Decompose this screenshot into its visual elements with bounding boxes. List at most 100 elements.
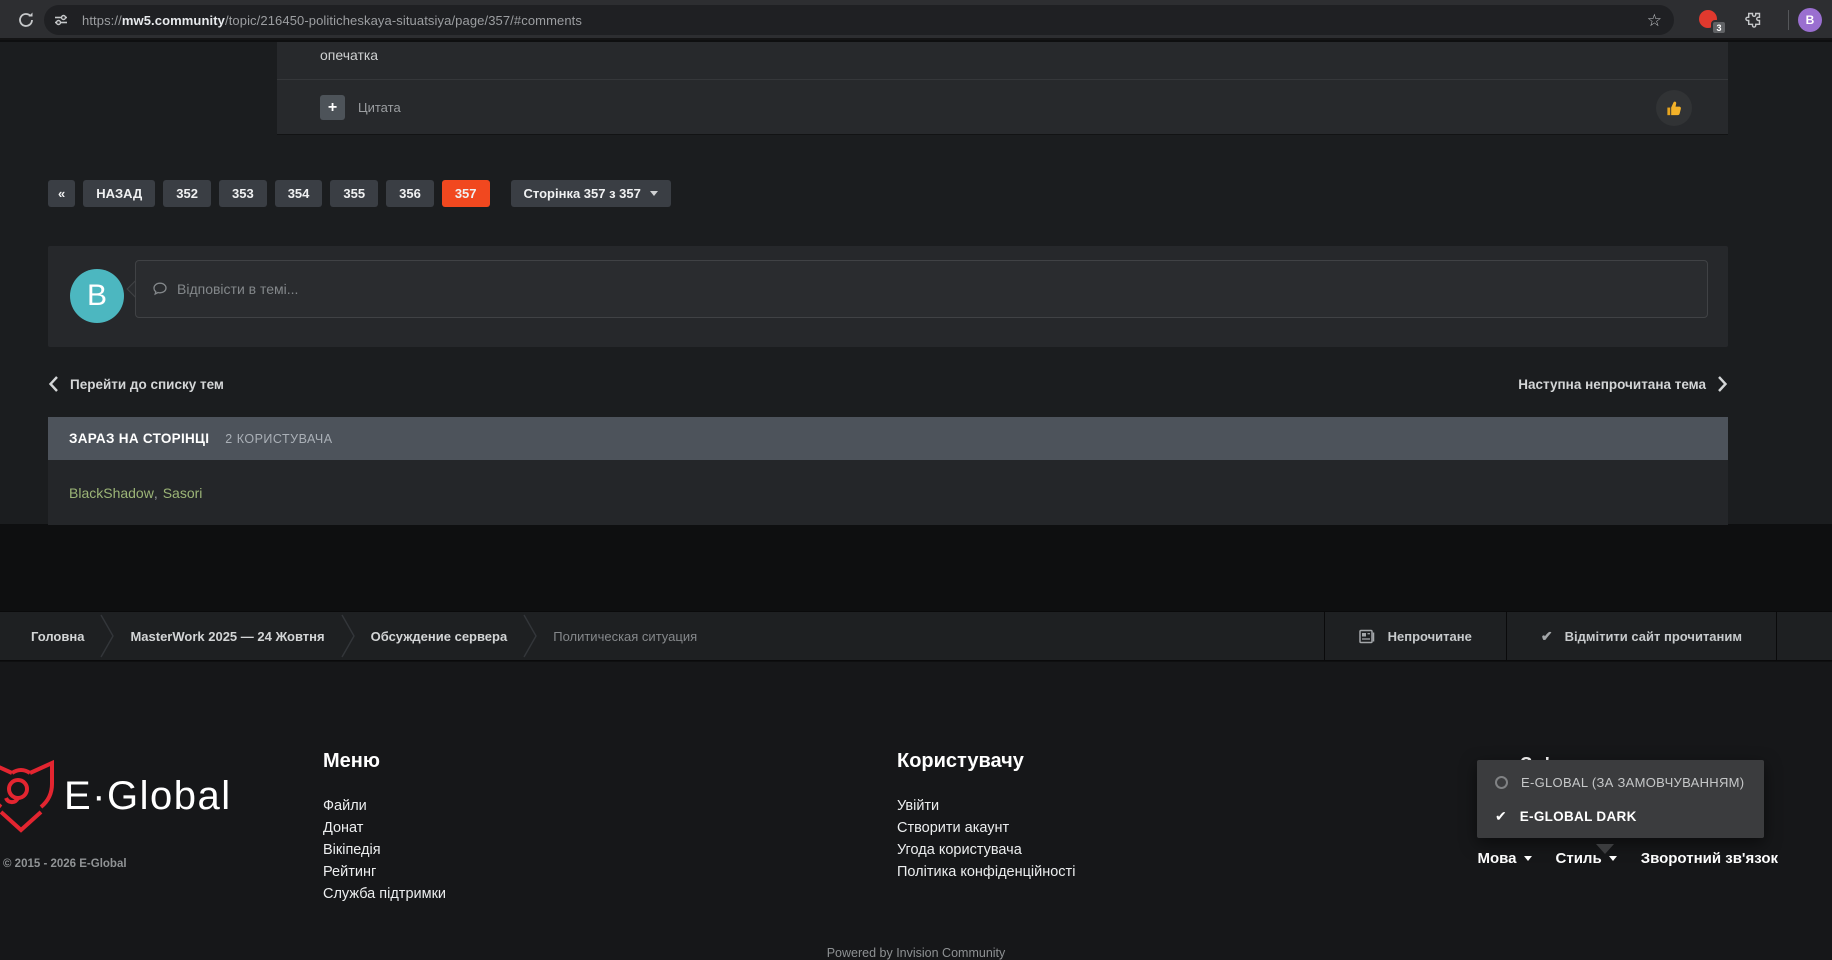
speech-bubble-icon (152, 281, 168, 297)
browser-profile-avatar[interactable]: B (1798, 8, 1822, 32)
next-unread-topic-label: Наступна непрочитана тема (1518, 377, 1706, 392)
feedback-label: Зворотний зв'язок (1641, 850, 1778, 867)
toolbar-divider (1788, 10, 1789, 30)
page-button-352[interactable]: 352 (163, 180, 211, 207)
post-body-text: опечатка (277, 42, 1728, 63)
style-option-dark[interactable]: ✔ E-GLOBAL DARK (1477, 799, 1764, 833)
footer-link-donate[interactable]: Донат (323, 817, 446, 839)
eglobal-brand-text[interactable]: E·Global (64, 774, 232, 819)
style-option-default[interactable]: E-GLOBAL (ЗА ЗАМОВЧУВАННЯМ) (1477, 765, 1764, 799)
page-button-357-active[interactable]: 357 (442, 180, 490, 207)
post-footer: + Цитата (277, 80, 1728, 134)
dropdown-caret (1596, 844, 1614, 854)
url-scheme: https:// (82, 13, 122, 28)
radio-unselected-icon (1495, 776, 1508, 789)
page-button-356[interactable]: 356 (386, 180, 434, 207)
chevron-left-icon (48, 375, 59, 393)
eglobal-fox-logo-icon (0, 758, 55, 838)
check-icon: ✔ (1495, 808, 1507, 825)
breadcrumb-current-topic: Политическая ситуация (553, 629, 697, 644)
page-button-355[interactable]: 355 (330, 180, 378, 207)
footer-link-files[interactable]: Файли (323, 795, 446, 817)
breadcrumb-home[interactable]: Головна (31, 629, 84, 644)
extensions-puzzle-icon[interactable] (1744, 11, 1762, 29)
screen: https://mw5.community/topic/216450-polit… (0, 0, 1832, 960)
user-link-sasori[interactable]: Sasori (163, 485, 203, 501)
extension-badge: 3 (1711, 20, 1727, 35)
site-footer: E·Global © 2015 - 2026 E-Global Меню Фай… (0, 662, 1832, 960)
caret-down-icon (650, 191, 658, 196)
page-button-354[interactable]: 354 (275, 180, 323, 207)
footer-link-terms[interactable]: Угода користувача (897, 839, 1075, 861)
breadcrumb-actions: Непрочитане ✔ Відмітити сайт прочитаним (1324, 612, 1777, 660)
footer-link-register[interactable]: Створити акаунт (897, 817, 1075, 839)
breadcrumb-separator-icon (99, 611, 115, 661)
mark-site-read-label: Відмітити сайт прочитаним (1565, 629, 1742, 644)
caret-down-icon (1609, 856, 1617, 861)
site-info-icon[interactable] (49, 8, 73, 32)
back-to-topic-list-label: Перейти до списку тем (70, 377, 224, 392)
online-users-list: BlackShadow, Sasori (48, 460, 1728, 525)
reply-input[interactable] (177, 281, 1707, 297)
first-page-button[interactable]: « (48, 180, 75, 207)
multiquote-button[interactable]: + (320, 95, 345, 120)
bookmark-star-icon[interactable]: ☆ (1647, 12, 1662, 29)
topic-navigation: Перейти до списку тем Наступна непрочита… (48, 371, 1728, 397)
post-row: опечатка + Цитата (48, 42, 1728, 135)
footer-user-title: Користувачу (897, 750, 1075, 773)
quote-button[interactable]: Цитата (358, 100, 401, 115)
pagination: « НАЗАД 352 353 354 355 356 357 Сторінка… (48, 180, 671, 207)
list-separator: , (154, 485, 158, 501)
reply-box[interactable] (135, 260, 1708, 318)
next-unread-topic-link[interactable]: Наступна непрочитана тема (1518, 375, 1728, 393)
online-users-count: 2 КОРИСТУВАЧА (225, 432, 332, 446)
breadcrumb: Головна MasterWork 2025 — 24 Жовтня Обсу… (0, 612, 712, 660)
reply-panel: B (48, 246, 1728, 347)
url-path: /topic/216450-politicheskaya-situatsiya/… (225, 13, 582, 28)
reload-icon[interactable] (16, 10, 36, 30)
style-dropdown-menu: E-GLOBAL (ЗА ЗАМОВЧУВАННЯМ) ✔ E-GLOBAL D… (1477, 760, 1764, 838)
extension-button[interactable]: 3 (1698, 9, 1728, 35)
footer-link-signin[interactable]: Увійти (897, 795, 1075, 817)
online-users-panel: ЗАРАЗ НА СТОРІНЦІ 2 КОРИСТУВАЧА BlackSha… (48, 417, 1728, 525)
back-page-button[interactable]: НАЗАД (83, 180, 155, 207)
breadcrumb-forum[interactable]: MasterWork 2025 — 24 Жовтня (130, 629, 324, 644)
browser-toolbar: https://mw5.community/topic/216450-polit… (0, 0, 1832, 40)
online-users-header: ЗАРАЗ НА СТОРІНЦІ 2 КОРИСТУВАЧА (48, 417, 1728, 460)
page-select-label: Сторінка 357 з 357 (524, 186, 641, 201)
language-label: Мова (1478, 850, 1517, 867)
breadcrumb-subforum[interactable]: Обсуждение сервера (371, 629, 508, 644)
caret-down-icon (1524, 856, 1532, 861)
back-to-topic-list-link[interactable]: Перейти до списку тем (48, 375, 224, 393)
footer-menu-title: Меню (323, 750, 446, 773)
style-option-dark-label: E-GLOBAL DARK (1520, 809, 1637, 824)
footer-column-menu: Меню Файли Донат Вікіпедія Рейтинг Служб… (323, 750, 446, 905)
reaction-button[interactable] (1656, 90, 1692, 126)
address-bar[interactable]: https://mw5.community/topic/216450-polit… (44, 5, 1674, 35)
thumbs-up-icon (1665, 99, 1684, 118)
page-button-353[interactable]: 353 (219, 180, 267, 207)
footer-link-rating[interactable]: Рейтинг (323, 861, 446, 883)
online-users-title: ЗАРАЗ НА СТОРІНЦІ (69, 431, 209, 446)
feedback-link[interactable]: Зворотний зв'язок (1641, 850, 1778, 867)
page-select-dropdown[interactable]: Сторінка 357 з 357 (511, 180, 671, 207)
unread-content-label: Непрочитане (1388, 629, 1472, 644)
footer-column-user: Користувачу Увійти Створити акаунт Угода… (897, 750, 1075, 883)
style-option-default-label: E-GLOBAL (ЗА ЗАМОВЧУВАННЯМ) (1521, 775, 1744, 790)
breadcrumb-separator-icon (340, 611, 356, 661)
url-text: https://mw5.community/topic/216450-polit… (82, 13, 582, 28)
footer-link-support[interactable]: Служба підтримки (323, 883, 446, 905)
breadcrumb-separator-icon (522, 611, 538, 661)
powered-by-text[interactable]: Powered by Invision Community (0, 946, 1832, 960)
unread-content-button[interactable]: Непрочитане (1324, 612, 1506, 660)
mark-site-read-button[interactable]: ✔ Відмітити сайт прочитаним (1506, 612, 1777, 660)
chevron-right-icon (1717, 375, 1728, 393)
user-avatar[interactable]: B (70, 269, 124, 323)
footer-link-wiki[interactable]: Вікіпедія (323, 839, 446, 861)
language-dropdown-button[interactable]: Мова (1478, 850, 1532, 867)
footer-link-privacy[interactable]: Політика конфіденційності (897, 861, 1075, 883)
user-link-blackshadow[interactable]: BlackShadow (69, 485, 154, 501)
post-content: опечатка + Цитата (277, 42, 1728, 135)
copyright-text: © 2015 - 2026 E-Global (3, 858, 127, 870)
unread-content-icon (1359, 629, 1376, 644)
